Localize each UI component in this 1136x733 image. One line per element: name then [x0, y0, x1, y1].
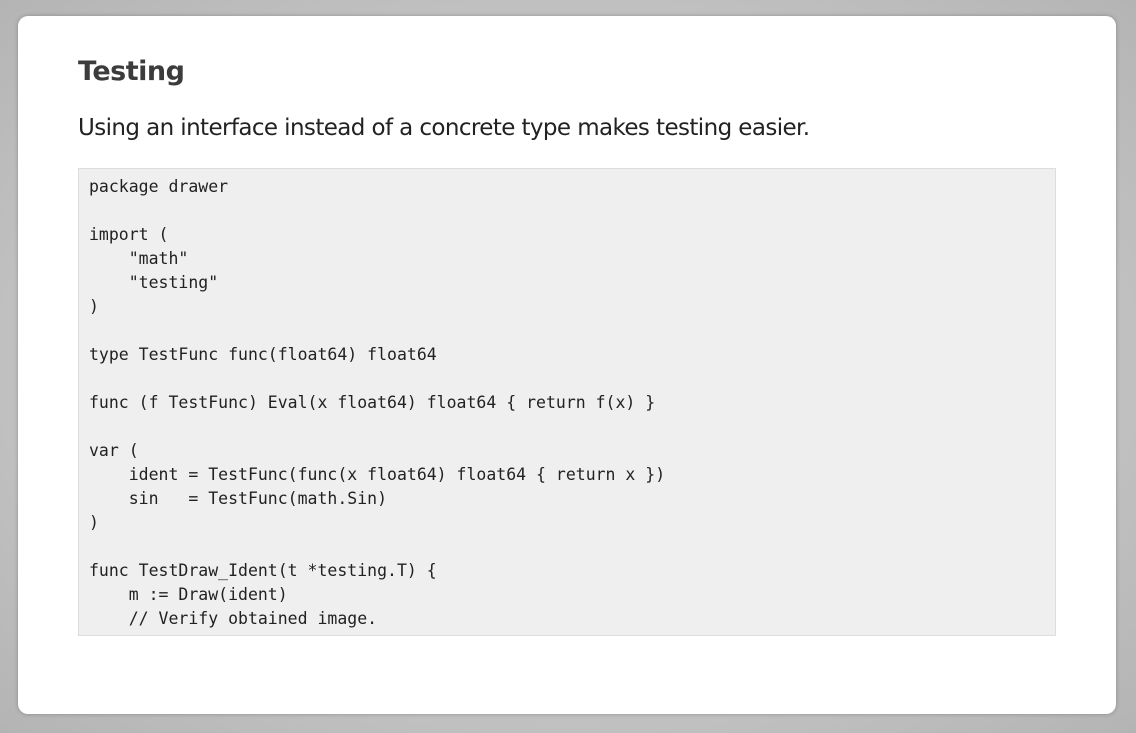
- code-line: // Verify obtained image.: [89, 609, 378, 628]
- code-line: m := Draw(ident): [89, 585, 288, 604]
- code-line: "testing": [89, 273, 219, 292]
- code-line: type TestFunc func(float64) float64: [89, 345, 437, 364]
- slide-text: Using an interface instead of a concrete…: [78, 115, 810, 141]
- code-line: ): [89, 297, 99, 316]
- code-line: ): [89, 513, 99, 532]
- code-line: package drawer: [89, 177, 229, 196]
- slide-title: Testing: [78, 56, 185, 87]
- code-line: ident = TestFunc(func(x float64) float64…: [89, 465, 666, 484]
- code-line: sin = TestFunc(math.Sin): [89, 489, 388, 508]
- slide: Testing Using an interface instead of a …: [18, 16, 1116, 714]
- code-line: func (f TestFunc) Eval(x float64) float6…: [89, 393, 656, 412]
- code-block: package drawer import ( "math" "testing")…: [78, 168, 1056, 636]
- code-line: "math": [89, 249, 189, 268]
- code-line: var (: [89, 441, 139, 460]
- code-line: func TestDraw_Ident(t *testing.T) {: [89, 561, 437, 580]
- code-line: import (: [89, 225, 169, 244]
